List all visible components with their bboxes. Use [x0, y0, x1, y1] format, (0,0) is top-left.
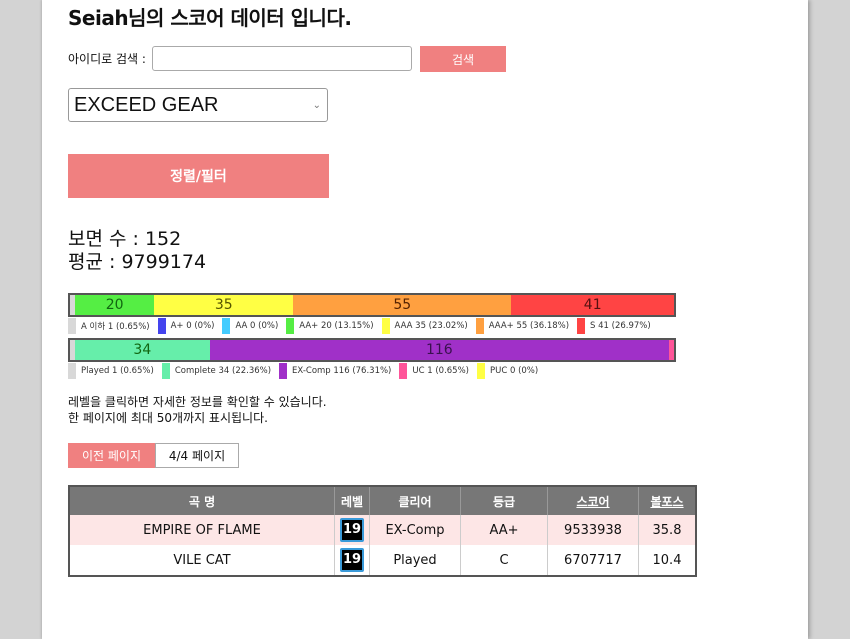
header-score-sort[interactable]: 스코어 [547, 486, 639, 515]
search-button[interactable]: 검색 [420, 46, 506, 72]
legend-swatch [399, 363, 408, 379]
song-title: EMPIRE OF FLAME [68, 515, 335, 545]
bar-segment-aaa: 35 [154, 295, 294, 315]
search-label: 아이디로 검색 : [68, 51, 146, 66]
level-cell: 19 [334, 515, 370, 545]
bar-segment-aaa-: 55 [293, 295, 512, 315]
grade-distribution-bar: 20 35 55 41 [68, 293, 676, 317]
legend-swatch [381, 318, 390, 334]
header-title: 곡 명 [68, 486, 335, 515]
legend-label: PUC 0 (0%) [489, 366, 539, 376]
legend-label: Played 1 (0.65%) [81, 366, 154, 376]
legend-item: AA+ 20 (13.15%) [286, 318, 381, 334]
score: 6707717 [547, 545, 639, 576]
legend-item: AAA 35 (23.02%) [381, 318, 476, 334]
legend-item: UC 1 (0.65%) [399, 363, 477, 379]
legend-item: EX-Comp 116 (76.31%) [279, 363, 399, 379]
grade: AA+ [460, 515, 548, 545]
legend-swatch [157, 318, 166, 334]
chart-count: 보면 수 : 152 [68, 228, 182, 250]
notice-line-2: 한 페이지에 최대 50개까지 표시됩니다. [68, 411, 268, 425]
grade-legend: A 이하 1 (0.65%) A+ 0 (0%) AA 0 (0%) AA+ 20 (… [68, 318, 659, 334]
search-row: 아이디로 검색 : [68, 44, 412, 72]
level-cell: 19 [334, 545, 370, 576]
score: 9533938 [547, 515, 639, 545]
chevron-down-icon: ⌄ [312, 99, 321, 111]
legend-swatch [286, 318, 295, 334]
clear-legend: Played 1 (0.65%) Complete 34 (22.36%) EX-C… [68, 363, 546, 379]
header-volforce-label[interactable]: 볼포스 [650, 495, 683, 509]
header-grade: 등급 [460, 486, 548, 515]
legend-swatch [476, 363, 485, 379]
song-title: VILE CAT [68, 545, 335, 576]
legend-swatch [475, 318, 484, 334]
legend-label: S 41 (26.97%) [590, 321, 651, 331]
legend-label: EX-Comp 116 (76.31%) [292, 366, 392, 376]
average-score: 평균 : 9799174 [68, 251, 207, 273]
clear-type: EX-Comp [369, 515, 461, 545]
header-score-label[interactable]: 스코어 [576, 495, 609, 509]
stats: 보면 수 : 152 평균 : 9799174 [68, 228, 206, 274]
legend-swatch [577, 318, 586, 334]
legend-label: UC 1 (0.65%) [412, 366, 469, 376]
bar-segment-uc [669, 340, 674, 360]
header-clear: 클리어 [369, 486, 461, 515]
game-select[interactable]: EXCEED GEAR ⌄ [68, 88, 328, 122]
notice: 레벨을 클릭하면 자세한 정보를 확인할 수 있습니다. 한 페이지에 최대 5… [68, 394, 327, 426]
notice-line-1: 레벨을 클릭하면 자세한 정보를 확인할 수 있습니다. [68, 395, 327, 409]
legend-swatch [68, 363, 76, 379]
legend-item: Complete 34 (22.36%) [161, 363, 279, 379]
legend-label: A+ 0 (0%) [170, 321, 215, 331]
table-row: EMPIRE OF FLAME 19 EX-Comp AA+ 9533938 3… [68, 515, 696, 545]
bar-segment-aa-: 20 [75, 295, 155, 315]
table-header-row: 곡 명 레벨 클리어 등급 스코어 볼포스 [68, 486, 696, 515]
pager: 이전 페이지 4/4 페이지 [68, 443, 239, 468]
legend-item: A+ 0 (0%) [157, 318, 223, 334]
legend-label: A 이하 1 (0.65%) [81, 322, 150, 332]
prev-page-button[interactable]: 이전 페이지 [68, 443, 155, 468]
legend-label: AAA 35 (23.02%) [394, 321, 468, 331]
legend-item: A 이하 1 (0.65%) [68, 318, 158, 334]
legend-item: S 41 (26.97%) [577, 318, 659, 334]
sort-filter-button[interactable]: 정렬/필터 [68, 154, 329, 198]
game-select-value: EXCEED GEAR [74, 93, 219, 116]
level-badge[interactable]: 19 [340, 518, 364, 542]
bar-segment-s: 41 [511, 295, 674, 315]
table-row: VILE CAT 19 Played C 6707717 10.4 [68, 545, 696, 576]
volforce: 10.4 [638, 545, 696, 576]
legend-item: AAA+ 55 (36.18%) [475, 318, 577, 334]
volforce: 35.8 [638, 515, 696, 545]
search-input[interactable] [151, 45, 412, 71]
page-indicator: 4/4 페이지 [155, 443, 239, 468]
legend-swatch [68, 318, 76, 334]
legend-swatch [161, 363, 170, 379]
legend-swatch [222, 318, 231, 334]
clear-type: Played [369, 545, 461, 576]
legend-label: Complete 34 (22.36%) [174, 366, 272, 376]
legend-swatch [279, 363, 288, 379]
score-table: 곡 명 레벨 클리어 등급 스코어 볼포스 EMPIRE OF FLAME 19… [68, 485, 697, 577]
page-title: Seiah님의 스코어 데이터 입니다. [68, 6, 352, 30]
legend-item: Played 1 (0.65%) [68, 363, 162, 379]
legend-item: AA 0 (0%) [222, 318, 286, 334]
clear-distribution-bar: 34 116 [68, 338, 676, 362]
bar-segment-ex-comp: 116 [209, 340, 669, 360]
bar-segment-complete: 34 [75, 340, 210, 360]
header-level: 레벨 [334, 486, 370, 515]
header-volforce-sort[interactable]: 볼포스 [638, 486, 696, 515]
legend-label: AA 0 (0%) [235, 321, 279, 331]
legend-label: AA+ 20 (13.15%) [299, 321, 374, 331]
level-badge[interactable]: 19 [340, 548, 364, 572]
legend-item: PUC 0 (0%) [476, 363, 546, 379]
grade: C [460, 545, 548, 576]
legend-label: AAA+ 55 (36.18%) [488, 321, 570, 331]
